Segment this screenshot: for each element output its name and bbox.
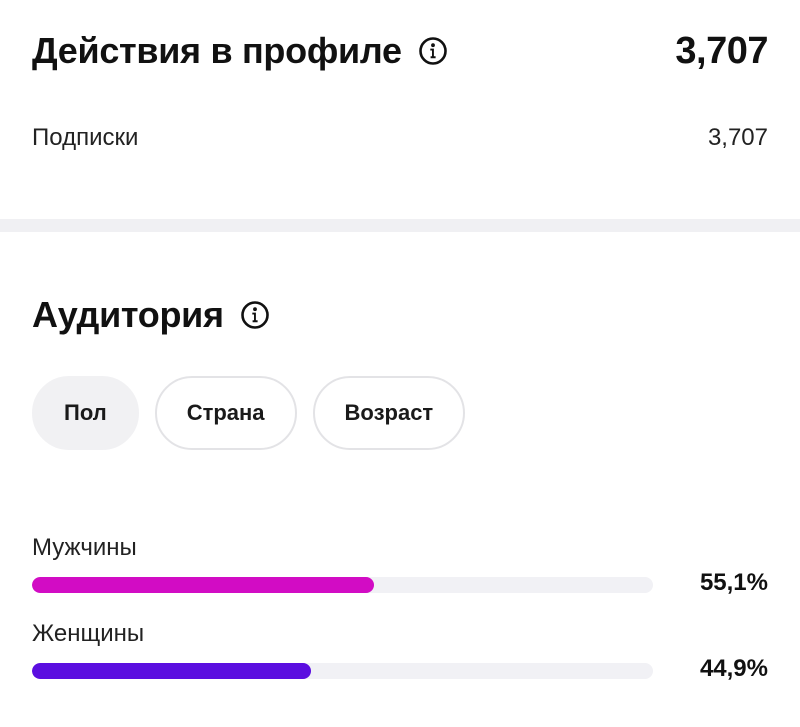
audience-title-wrap: Аудитория: [32, 294, 270, 336]
metric-value: 3,707: [707, 124, 768, 151]
tab-gender[interactable]: Пол: [32, 376, 139, 450]
gender-percent-women: 44,9%: [699, 655, 768, 682]
metric-row-subscriptions: Подписки 3,707: [32, 120, 768, 156]
info-icon[interactable]: [240, 300, 270, 330]
tab-age[interactable]: Возраст: [312, 376, 466, 450]
profile-actions-title: Действия в профиле: [32, 30, 402, 71]
audience-title: Аудитория: [32, 294, 224, 335]
section-divider: [0, 219, 800, 232]
profile-actions-title-wrap: Действия в профиле: [32, 30, 448, 72]
gender-row-women: Женщины 44,9%: [32, 620, 768, 700]
audience-tabs: Пол Страна Возраст: [32, 376, 466, 450]
gender-percent-men: 55,1%: [699, 569, 768, 596]
progress-fill-men: [32, 577, 375, 593]
progress-track-women: [32, 663, 653, 679]
profile-actions-header: Действия в профиле 3,707: [32, 26, 768, 76]
tab-country[interactable]: Страна: [154, 376, 297, 450]
progress-track-men: [32, 577, 653, 593]
gender-label-men: Мужчины: [32, 534, 137, 561]
metric-label: Подписки: [32, 124, 139, 151]
profile-actions-total: 3,707: [675, 29, 768, 72]
audience-header: Аудитория: [32, 290, 768, 340]
info-icon[interactable]: [418, 36, 448, 66]
gender-row-men: Мужчины 55,1%: [32, 534, 768, 614]
progress-fill-women: [32, 663, 311, 679]
gender-label-women: Женщины: [32, 620, 145, 647]
